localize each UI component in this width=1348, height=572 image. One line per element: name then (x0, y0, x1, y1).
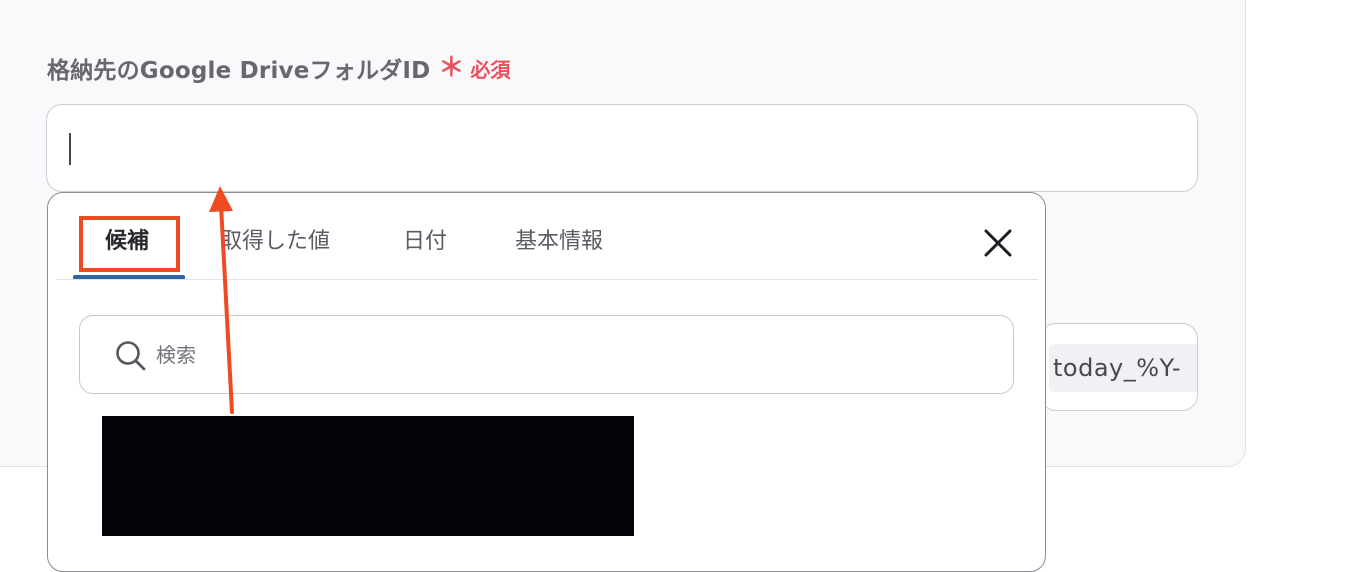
tab-date[interactable]: 日付 (403, 223, 447, 255)
text-caret (69, 133, 71, 165)
close-icon (984, 229, 1012, 257)
required-label: 必須 (470, 57, 511, 82)
required-asterisk: ＊ (438, 53, 465, 83)
field-label: 格納先のGoogle DriveフォルダID (47, 58, 431, 84)
filename-field[interactable]: today_%Y- (1040, 323, 1198, 411)
search-input[interactable] (156, 336, 976, 374)
tab-divider (56, 279, 1038, 280)
filename-value: today_%Y- (1053, 354, 1182, 382)
folder-id-input[interactable] (46, 104, 1198, 192)
search-box[interactable] (79, 315, 1014, 394)
tab-acquired-values[interactable]: 取得した値 (220, 223, 330, 255)
search-icon (116, 341, 146, 371)
annotation-highlight-box (79, 216, 180, 272)
value-picker-popup: 候補 取得した値 日付 基本情報 (47, 192, 1046, 572)
tab-basic-info[interactable]: 基本情報 (515, 223, 603, 255)
field-label-row: 格納先のGoogle DriveフォルダID ＊ 必須 (47, 52, 510, 84)
redacted-candidate-item (102, 416, 634, 536)
close-button[interactable] (978, 223, 1018, 263)
